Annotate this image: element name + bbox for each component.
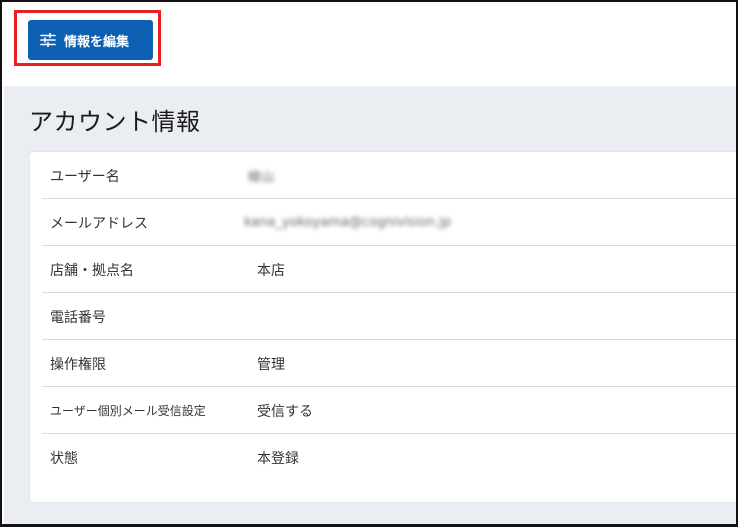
row-username: ユーザー名 綾山 <box>30 152 736 199</box>
sliders-icon <box>40 33 56 47</box>
row-email: メールアドレス kana_yokoyama@cognivision.jp <box>30 199 736 246</box>
edit-info-button[interactable]: 情報を編集 <box>28 20 153 60</box>
account-info-card: ユーザー名 綾山 メールアドレス kana_yokoyama@cognivisi… <box>29 151 736 503</box>
email-value: kana_yokoyama@cognivision.jp <box>244 215 452 230</box>
username-value: 綾山 <box>248 170 275 185</box>
store-label: 店舗・拠点名 <box>50 262 134 279</box>
edit-info-button-label: 情報を編集 <box>64 34 130 50</box>
email-label: メールアドレス <box>50 215 148 232</box>
mail-setting-label: ユーザー個別メール受信設定 <box>50 404 206 418</box>
permission-label: 操作権限 <box>50 356 106 373</box>
row-mail-setting: ユーザー個別メール受信設定 受信する <box>30 387 736 434</box>
row-status: 状態 本登録 <box>30 434 736 481</box>
page-title: アカウント情報 <box>29 108 201 136</box>
phone-label: 電話番号 <box>50 309 106 326</box>
permission-value: 管理 <box>257 356 285 373</box>
row-store: 店舗・拠点名 本店 <box>30 246 736 293</box>
row-phone: 電話番号 <box>30 293 736 340</box>
store-value: 本店 <box>257 262 285 279</box>
status-value: 本登録 <box>257 450 299 467</box>
status-label: 状態 <box>50 450 78 467</box>
main-content: アカウント情報 ユーザー名 綾山 メールアドレス kana_yokoyama@c… <box>4 86 736 524</box>
row-permission: 操作権限 管理 <box>30 340 736 387</box>
username-label: ユーザー名 <box>50 168 120 185</box>
app-window: 情報を編集 アカウント情報 ユーザー名 綾山 メールアドレス kana_yoko… <box>0 0 738 527</box>
mail-setting-value: 受信する <box>257 403 313 420</box>
